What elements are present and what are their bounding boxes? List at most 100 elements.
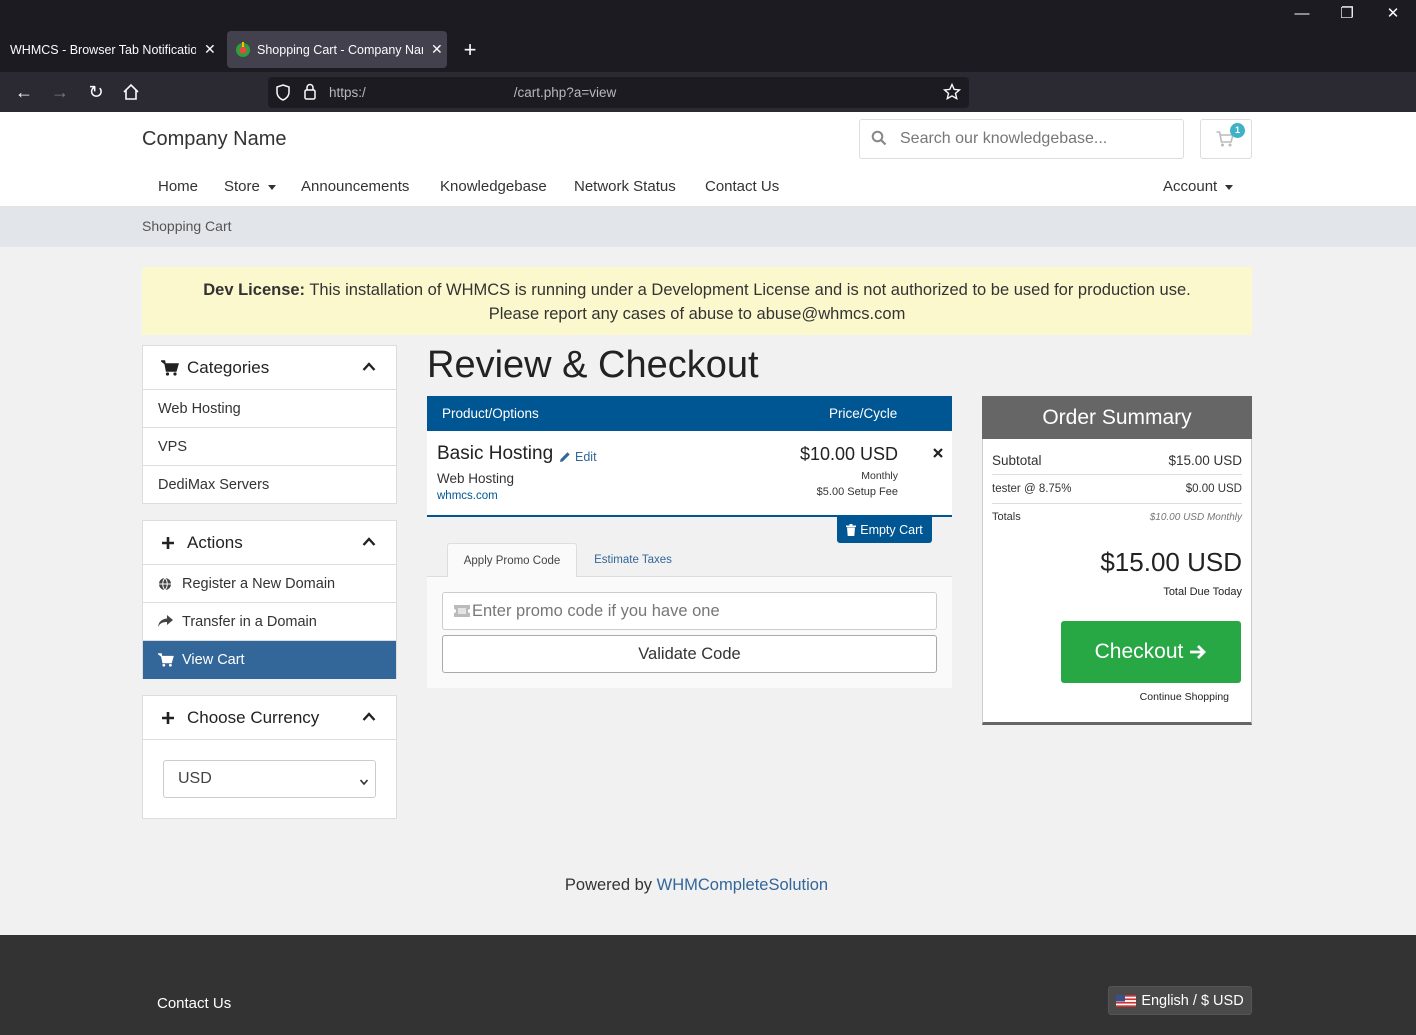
currency-panel: Choose Currency USD <box>142 695 397 819</box>
action-label: Register a New Domain <box>182 575 336 592</box>
category-dedimax-servers[interactable]: DediMax Servers <box>143 466 396 504</box>
remove-item-icon[interactable] <box>933 445 943 463</box>
close-tab-icon[interactable]: ✕ <box>204 41 216 58</box>
total-due-label: Total Due Today <box>1163 586 1242 598</box>
dev-license-label: Dev License: <box>203 281 306 299</box>
restore-icon[interactable]: ❐ <box>1336 4 1358 24</box>
search-input[interactable] <box>900 124 1175 154</box>
favicon-icon <box>235 41 251 58</box>
chevron-up-icon[interactable] <box>362 359 376 379</box>
totals-row: Totals $10.00 USD Monthly <box>992 509 1242 525</box>
forward-icon[interactable]: → <box>48 80 72 104</box>
nav-account-label: Account <box>1163 178 1218 195</box>
close-window-icon[interactable]: ✕ <box>1382 4 1404 24</box>
category-vps[interactable]: VPS <box>143 428 396 466</box>
nav-store[interactable]: Store <box>224 178 276 195</box>
reload-icon[interactable]: ↻ <box>84 80 108 104</box>
home-icon[interactable] <box>119 80 143 104</box>
minimize-icon[interactable]: — <box>1291 4 1313 24</box>
tax-value: $0.00 USD <box>1185 483 1242 495</box>
product-cycle: Monthly <box>861 470 898 482</box>
nav-network-status[interactable]: Network Status <box>574 178 676 195</box>
lock-icon[interactable] <box>303 83 317 105</box>
arrow-right-icon <box>1190 645 1207 659</box>
action-label: View Cart <box>182 652 245 668</box>
cart-item-row: Basic Hosting Edit Web Hosting whmcs.com… <box>427 431 952 517</box>
total-due-amount: $15.00 USD <box>1100 547 1242 577</box>
dev-license-text-2: Please report any cases of abuse to abus… <box>488 305 906 323</box>
category-web-hosting[interactable]: Web Hosting <box>143 390 396 428</box>
categories-panel: Categories Web Hosting VPS DediMax Serve… <box>142 345 397 504</box>
chevron-down-icon <box>359 774 369 792</box>
chevron-up-icon[interactable] <box>362 709 376 729</box>
categories-title: Categories <box>187 357 270 377</box>
back-icon[interactable]: ← <box>12 80 36 104</box>
action-transfer-domain[interactable]: Transfer in a Domain <box>143 603 396 641</box>
edit-label: Edit <box>575 450 597 464</box>
language-label: English / $ USD <box>1141 992 1244 1009</box>
bookmark-star-icon[interactable] <box>942 82 962 106</box>
page-title: Review & Checkout <box>427 344 759 386</box>
product-setup-fee: $5.00 Setup Fee <box>816 486 898 498</box>
chevron-up-icon[interactable] <box>362 534 376 554</box>
nav-contact-us[interactable]: Contact Us <box>705 178 779 195</box>
browser-tab-2[interactable]: Shopping Cart - Company Name ✕ <box>227 31 447 68</box>
promo-code-input[interactable] <box>472 596 927 626</box>
continue-shopping-link[interactable]: Continue Shopping <box>1061 691 1229 703</box>
nav-knowledgebase[interactable]: Knowledgebase <box>440 178 547 195</box>
brand-logo-text[interactable]: Company Name <box>142 128 287 151</box>
cart-table-header: Product/Options Price/Cycle <box>427 396 952 431</box>
subtotal-value: $15.00 USD <box>1168 452 1242 468</box>
us-flag-icon <box>1116 994 1137 1007</box>
validate-code-button[interactable]: Validate Code <box>442 635 937 673</box>
checkout-button[interactable]: Checkout <box>1061 621 1241 683</box>
nav-store-label: Store <box>224 178 260 195</box>
nav-account[interactable]: Account <box>1163 178 1234 195</box>
tab-title: Shopping Cart - Company Name <box>257 42 423 57</box>
tax-label: tester @ 8.75% <box>992 483 1072 495</box>
order-summary-title: Order Summary <box>982 396 1252 439</box>
caret-down-icon <box>267 184 276 190</box>
breadcrumb: Shopping Cart <box>142 218 232 234</box>
site-footer <box>0 935 1416 1035</box>
browser-tab-1[interactable]: WHMCS - Browser Tab Notification ✕ <box>10 31 218 68</box>
actions-title: Actions <box>187 532 243 552</box>
nav-home[interactable]: Home <box>158 178 198 195</box>
trash-icon <box>846 524 857 536</box>
close-tab-icon[interactable]: ✕ <box>431 41 443 58</box>
column-price-cycle: Price/Cycle <box>829 406 898 421</box>
divider <box>992 503 1242 504</box>
totals-value: $10.00 USD Monthly <box>1149 511 1242 523</box>
nav-announcements[interactable]: Announcements <box>301 178 409 195</box>
search-icon <box>871 130 887 146</box>
empty-cart-button[interactable]: Empty Cart <box>837 517 932 543</box>
powered-by: Powered by WHMCompleteSolution <box>0 876 1393 895</box>
actions-panel: Actions Register a New Domain Transfer i… <box>142 520 397 679</box>
checkout-label: Checkout <box>1094 640 1184 663</box>
edit-product-link[interactable]: Edit <box>559 450 597 464</box>
column-product-options: Product/Options <box>442 406 539 421</box>
totals-label: Totals <box>992 511 1021 523</box>
footer-contact-us-link[interactable]: Contact Us <box>157 995 231 1012</box>
tab-estimate-taxes[interactable]: Estimate Taxes <box>582 543 684 577</box>
url-text[interactable]: https://cart.php?a=view <box>329 85 616 100</box>
pencil-icon <box>560 452 570 462</box>
cart-count-badge: 1 <box>1230 123 1245 138</box>
action-register-domain[interactable]: Register a New Domain <box>143 565 396 603</box>
powered-by-link[interactable]: WHMCompleteSolution <box>657 876 828 894</box>
categories-panel-header[interactable]: Categories <box>143 346 396 390</box>
currency-panel-header[interactable]: Choose Currency <box>143 696 396 740</box>
currency-select[interactable]: USD <box>163 760 376 798</box>
product-name: Basic Hosting <box>437 443 554 464</box>
tab-apply-promo-code[interactable]: Apply Promo Code <box>447 543 577 577</box>
new-tab-icon[interactable]: + <box>458 36 482 64</box>
ticket-icon <box>454 604 470 622</box>
shield-icon[interactable] <box>275 84 291 106</box>
language-currency-button[interactable]: English / $ USD <box>1108 986 1252 1015</box>
action-view-cart[interactable]: View Cart <box>143 641 396 679</box>
product-group: Web Hosting <box>437 471 515 486</box>
plus-icon <box>161 536 179 550</box>
actions-panel-header[interactable]: Actions <box>143 521 396 565</box>
shopping-cart-icon <box>161 359 179 376</box>
globe-icon <box>158 577 174 591</box>
